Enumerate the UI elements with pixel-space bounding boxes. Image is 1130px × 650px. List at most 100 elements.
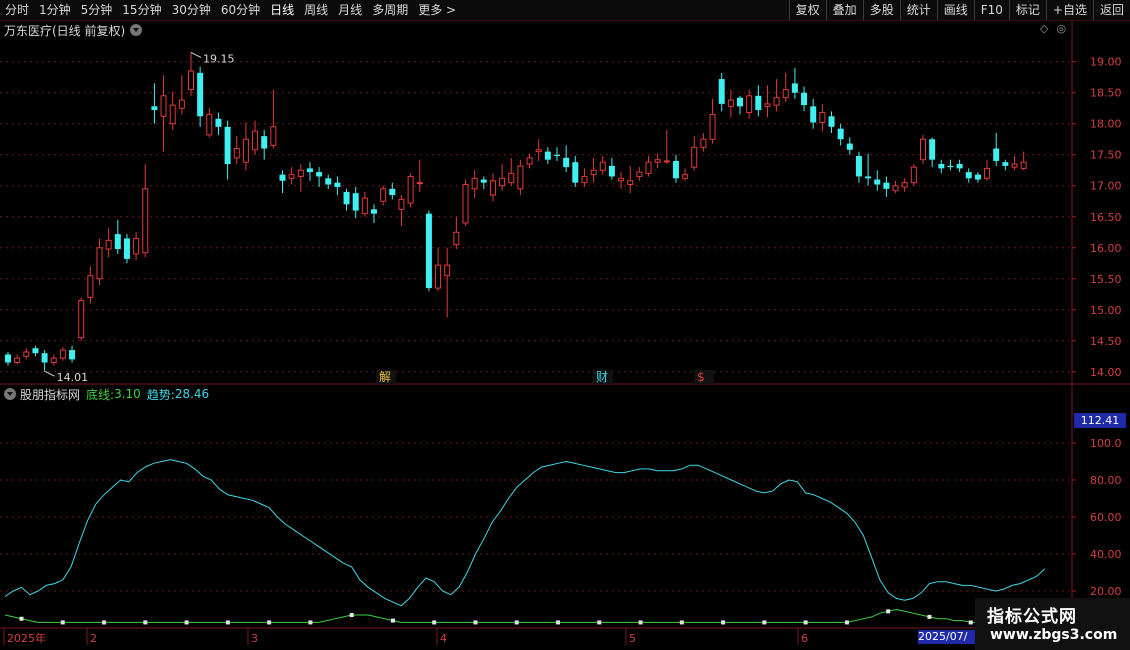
kline-chart[interactable]: 19.00 18.50 18.00 17.50 17.00 16.50 16.00 15.50…	[0, 0, 1130, 650]
base-line-dot	[308, 620, 313, 625]
base-line-dot	[721, 620, 726, 625]
price-label: 15.00	[1090, 304, 1122, 317]
current-date-box: 2025/07/	[918, 630, 976, 644]
candle-body	[398, 198, 405, 210]
event-marker: $	[697, 370, 705, 384]
base-line-dot	[844, 620, 849, 625]
candle-body	[23, 351, 30, 357]
candle-body	[746, 95, 753, 114]
candle-body	[700, 138, 707, 148]
date-label: 2025年	[7, 631, 46, 645]
candle-body	[618, 177, 625, 182]
high-marker-line	[190, 51, 202, 58]
candle-body	[288, 174, 295, 179]
candle-body	[114, 234, 121, 250]
candle-body	[764, 103, 771, 107]
candle-body	[160, 95, 167, 117]
candle-body	[380, 188, 387, 202]
candle-body	[883, 182, 890, 189]
candle-body	[517, 165, 524, 190]
candle-body	[965, 172, 972, 179]
candle-body	[865, 176, 872, 179]
candle-body	[654, 159, 661, 163]
candle-body	[233, 148, 240, 159]
candle-body	[480, 179, 487, 183]
candle-body	[636, 171, 643, 177]
candle-body	[956, 164, 963, 169]
candle-body	[526, 157, 533, 165]
price-label: 17.50	[1090, 149, 1122, 162]
candle-body	[984, 167, 991, 179]
candle-body	[270, 126, 277, 146]
date-label: 5	[629, 632, 636, 645]
candle-body	[855, 155, 862, 177]
candle-body	[974, 174, 981, 180]
base-line-dot	[886, 609, 891, 614]
candle-body	[874, 179, 881, 185]
candle-body	[755, 95, 762, 111]
candle-body	[737, 97, 743, 107]
base-line-dot	[390, 618, 395, 623]
candle-body	[142, 188, 149, 254]
base-line-dot	[432, 620, 437, 625]
base-line-dot	[143, 620, 148, 625]
candle-body	[32, 348, 39, 354]
price-label: 14.00	[1090, 366, 1122, 379]
candle-body	[544, 151, 551, 160]
indicator-label: 40.00	[1090, 548, 1122, 561]
candle-body	[471, 177, 478, 190]
candle-body	[78, 299, 85, 339]
candle-body	[682, 174, 689, 179]
candle-body	[69, 350, 76, 360]
date-label: 6	[801, 632, 808, 645]
candle-body	[261, 136, 268, 149]
candle-body	[425, 213, 432, 289]
candle-body	[242, 138, 249, 163]
base-line-dot	[19, 616, 24, 621]
candle-body	[590, 169, 597, 176]
candle-body	[206, 113, 213, 136]
candle-body	[663, 160, 670, 163]
candle-body	[929, 139, 936, 160]
price-label: 15.50	[1090, 273, 1122, 286]
candle-body	[801, 92, 808, 106]
base-line-dot	[267, 620, 272, 625]
candle-body	[837, 128, 844, 140]
base-line-dot	[184, 620, 189, 625]
indicator-label: 60.00	[1090, 511, 1122, 524]
base-line-dot	[803, 620, 808, 625]
candle-body	[41, 353, 48, 363]
candle-body	[5, 354, 11, 363]
candle-body	[50, 357, 57, 363]
candle-body	[718, 79, 725, 104]
candle-body	[672, 160, 679, 179]
price-label: 18.50	[1090, 87, 1122, 100]
candle-body	[993, 148, 1000, 161]
base-line-dot	[225, 620, 230, 625]
candle-body	[535, 149, 542, 153]
candle-body	[773, 97, 780, 106]
candle-body	[901, 182, 908, 188]
candle-body	[306, 168, 313, 173]
candle-body	[389, 188, 396, 196]
candle-body	[920, 138, 926, 161]
candle-body	[343, 191, 350, 205]
candle-body	[1011, 163, 1018, 168]
base-line-dot	[556, 620, 561, 625]
candle-body	[123, 238, 130, 259]
watermark-title: 指标公式网	[987, 607, 1077, 627]
candle-body	[197, 72, 204, 117]
candle-body	[361, 197, 368, 215]
candle-body	[1020, 161, 1027, 169]
candle-body	[407, 175, 414, 204]
candle-body	[297, 169, 304, 177]
watermark-url: www.zbgs3.com	[990, 627, 1118, 643]
candle-body	[892, 185, 899, 192]
candle-body	[791, 83, 798, 93]
candle-body	[581, 175, 588, 184]
candle-body	[325, 178, 332, 185]
candle-body	[178, 99, 185, 109]
candle-body	[151, 106, 158, 111]
candle-body	[133, 237, 140, 255]
base-line-dot	[927, 614, 932, 619]
